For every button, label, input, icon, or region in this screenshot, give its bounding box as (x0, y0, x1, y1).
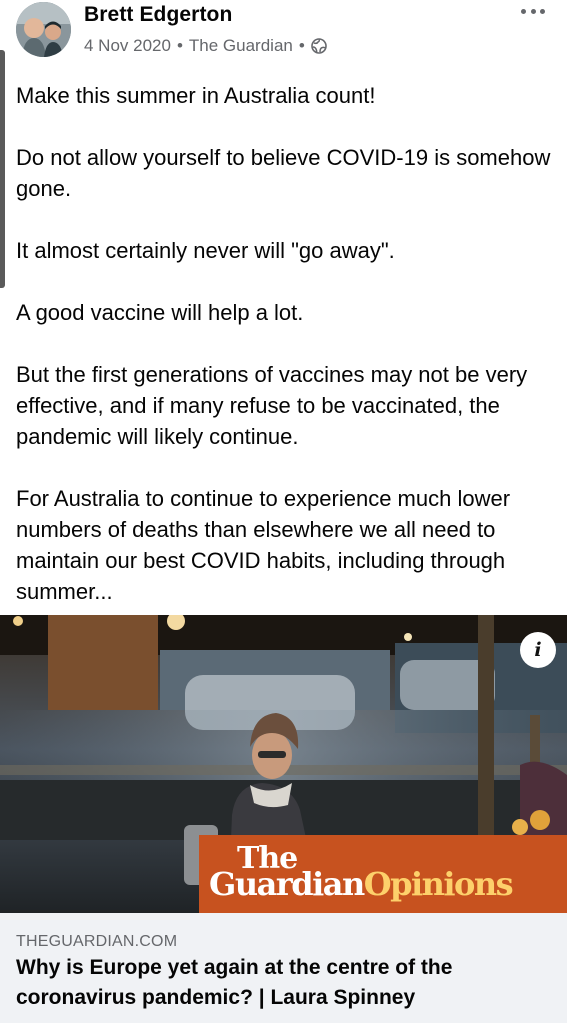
link-preview-image[interactable]: i The GuardianOpinions (0, 615, 567, 913)
post-source[interactable]: The Guardian (189, 36, 293, 56)
brand-wordmark: GuardianOpinions (209, 865, 514, 903)
link-caption[interactable]: THEGUARDIAN.COM Why is Europe yet again … (0, 913, 567, 1023)
post-header: Brett Edgerton 4 Nov 2020 • The Guardian… (0, 0, 567, 70)
post-paragraph: It almost certainly never will "go away"… (16, 238, 395, 263)
more-options-button[interactable] (521, 4, 545, 18)
post-paragraph: Do not allow yourself to believe COVID-1… (16, 145, 551, 201)
post-meta: 4 Nov 2020 • The Guardian • (84, 36, 327, 56)
post-paragraph: Make this summer in Australia count! (16, 83, 376, 108)
guardian-opinions-logo: The GuardianOpinions (199, 835, 567, 913)
brand-opinions: Opinions (363, 865, 514, 903)
post-paragraph: But the first generations of vaccines ma… (16, 362, 528, 449)
author-name[interactable]: Brett Edgerton (84, 3, 232, 27)
post-text: Make this summer in Australia count! Do … (16, 80, 556, 607)
info-button[interactable]: i (520, 632, 556, 668)
brand-guardian: Guardian (209, 865, 365, 903)
post-date[interactable]: 4 Nov 2020 (84, 36, 171, 56)
meta-separator: • (176, 36, 183, 55)
link-title[interactable]: Why is Europe yet again at the centre of… (16, 953, 556, 1013)
meta-separator: • (298, 36, 305, 55)
post-paragraph: For Australia to continue to experience … (16, 486, 511, 604)
more-horizontal-icon (521, 8, 526, 14)
scroll-indicator[interactable] (0, 50, 5, 288)
globe-icon (311, 38, 327, 54)
post-paragraph: A good vaccine will help a lot. (16, 300, 304, 325)
avatar[interactable] (16, 2, 71, 57)
link-domain: THEGUARDIAN.COM (16, 933, 178, 950)
